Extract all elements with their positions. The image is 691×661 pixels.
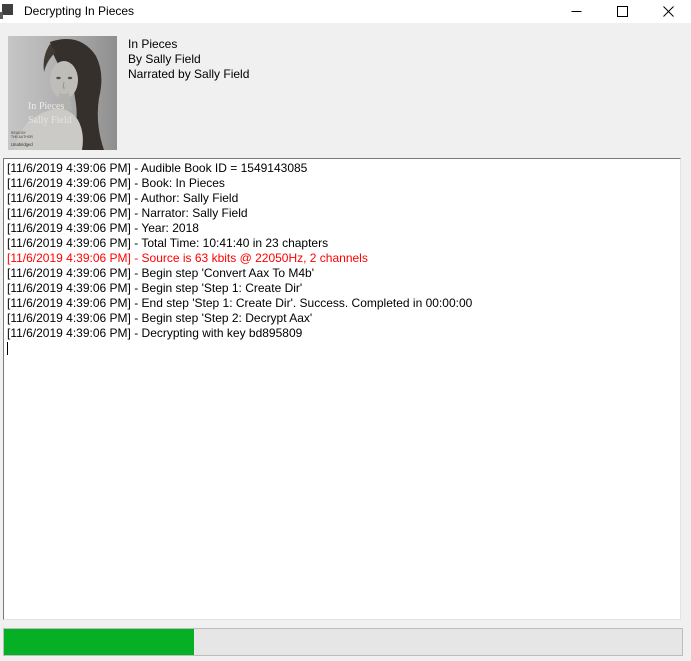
titlebar[interactable]: Decrypting In Pieces (0, 0, 691, 23)
app-icon (0, 3, 13, 20)
maximize-icon (617, 6, 628, 17)
log-line: [11/6/2019 4:39:06 PM] - Author: Sally F… (7, 191, 677, 206)
window-title: Decrypting In Pieces (24, 4, 134, 18)
close-icon (663, 6, 674, 17)
window-controls (553, 0, 691, 23)
book-title: In Pieces (128, 37, 249, 52)
log-line: [11/6/2019 4:39:06 PM] - Year: 2018 (7, 221, 677, 236)
cover-badge-line2: THE AUTHOR (11, 135, 33, 139)
cover-title-text: In Pieces (28, 101, 64, 112)
log-textbox[interactable]: [11/6/2019 4:39:06 PM] - Audible Book ID… (3, 158, 681, 620)
log-line: [11/6/2019 4:39:06 PM] - Begin step 'Ste… (7, 281, 677, 296)
cover-eye-right (68, 77, 72, 79)
maximize-button[interactable] (599, 0, 645, 23)
minimize-icon (571, 6, 582, 17)
log-line: [11/6/2019 4:39:06 PM] - Total Time: 10:… (7, 236, 677, 251)
progress-bar (3, 628, 683, 656)
progress-fill (4, 629, 194, 655)
minimize-button[interactable] (553, 0, 599, 23)
cover-face-shape (50, 61, 78, 99)
log-line: [11/6/2019 4:39:06 PM] - Begin step 'Ste… (7, 311, 677, 326)
text-caret (7, 342, 8, 355)
log-line: [11/6/2019 4:39:06 PM] - Book: In Pieces (7, 176, 677, 191)
decrypt-window: Decrypting In Pieces (0, 0, 691, 661)
log-line: [11/6/2019 4:39:06 PM] - Begin step 'Con… (7, 266, 677, 281)
cover-edition-text: Unabridged (11, 142, 33, 147)
log-line: [11/6/2019 4:39:06 PM] - End step 'Step … (7, 296, 677, 311)
cover-eye-left (56, 77, 60, 79)
log-line: [11/6/2019 4:39:06 PM] - Decrypting with… (7, 326, 677, 341)
book-info: In Pieces By Sally Field Narrated by Sal… (128, 37, 249, 82)
log-line: [11/6/2019 4:39:06 PM] - Narrator: Sally… (7, 206, 677, 221)
close-button[interactable] (645, 0, 691, 23)
book-narrator: Narrated by Sally Field (128, 67, 249, 82)
book-author: By Sally Field (128, 52, 249, 67)
log-line: [11/6/2019 4:39:06 PM] - Source is 63 kb… (7, 251, 677, 266)
book-cover-image: In Pieces Sally Field READ BY THE AUTHOR… (8, 36, 117, 150)
log-line: [11/6/2019 4:39:06 PM] - Audible Book ID… (7, 161, 677, 176)
cover-author-text: Sally Field (28, 115, 72, 126)
